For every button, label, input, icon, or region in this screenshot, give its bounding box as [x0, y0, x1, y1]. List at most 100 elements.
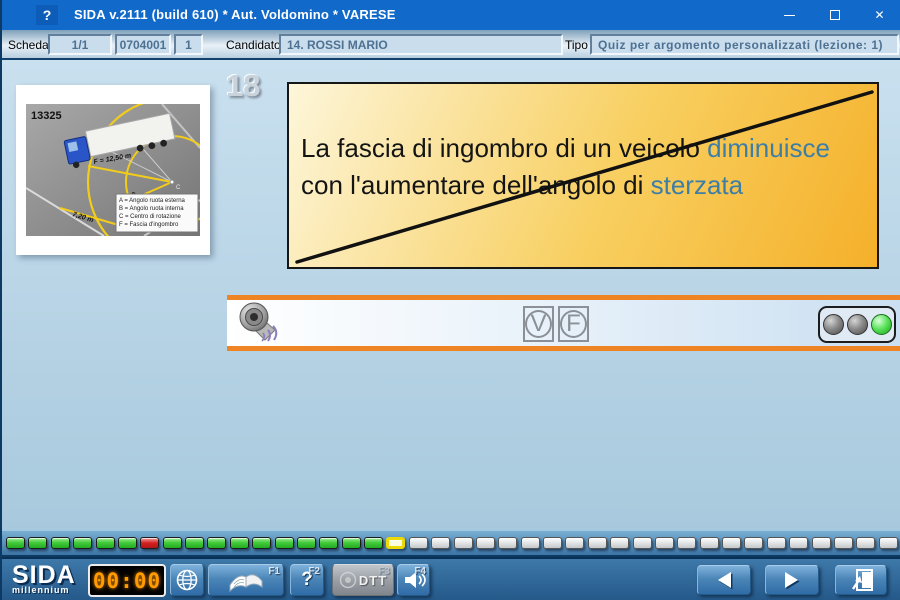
question-progress-item-blank[interactable]	[454, 537, 473, 549]
logo-subtext: millennium	[12, 586, 76, 595]
question-progress-item-blank[interactable]	[677, 537, 696, 549]
question-progress-item-green[interactable]	[96, 537, 115, 549]
question-progress-item-green[interactable]	[252, 537, 271, 549]
traffic-light-off-lamp	[847, 314, 868, 335]
minimize-icon	[784, 15, 795, 16]
book-icon	[224, 567, 268, 593]
question-progress-item-blank[interactable]	[431, 537, 450, 549]
question-progress-item-blank[interactable]	[588, 537, 607, 549]
answer-false-button[interactable]: F	[558, 306, 589, 342]
question-progress-item-blank[interactable]	[543, 537, 562, 549]
header-bar: Scheda 1/1 0704001 1 Candidato 14. ROSSI…	[2, 30, 900, 60]
question-figure: C F = 12,50 m 5,30 m 7,20 m A = Angolo r…	[16, 85, 210, 255]
question-progress-item-blank[interactable]	[565, 537, 584, 549]
help-fn-label: F2	[308, 566, 320, 577]
book-fn-label: F1	[268, 566, 280, 577]
truck-turning-diagram: C F = 12,50 m 5,30 m 7,20 m A = Angolo r…	[26, 104, 200, 236]
question-progress-item-green[interactable]	[28, 537, 47, 549]
exam-timer: 00:00	[88, 564, 166, 597]
question-progress-item-green[interactable]	[364, 537, 383, 549]
scheda-number-field: 1	[174, 34, 203, 55]
title-bar: ? SIDA v.2111 (build 610) * Aut. Voldomi…	[2, 0, 900, 30]
question-text-part: La fascia di ingombro di un veicolo	[301, 133, 707, 163]
question-progress-item-green[interactable]	[275, 537, 294, 549]
minimize-button[interactable]	[767, 0, 812, 30]
tipo-field: Quiz per argomento personalizzati (lezio…	[590, 34, 899, 55]
next-question-button[interactable]	[765, 565, 819, 595]
question-progress-item-blank[interactable]	[633, 537, 652, 549]
question-progress-item-green[interactable]	[118, 537, 137, 549]
legend-line: F = Fascia d'ingombro	[119, 222, 179, 228]
question-progress-item-green[interactable]	[51, 537, 70, 549]
maximize-icon	[830, 10, 840, 20]
question-progress-item-green[interactable]	[230, 537, 249, 549]
question-progress-item-green[interactable]	[207, 537, 226, 549]
question-progress-item-green[interactable]	[297, 537, 316, 549]
close-icon: ✕	[874, 8, 884, 22]
question-progress-item-blank[interactable]	[879, 537, 898, 549]
candidato-label: Candidato	[226, 38, 281, 52]
globe-button[interactable]	[170, 564, 204, 596]
audio-fn-label: F4	[414, 566, 426, 577]
manual-button[interactable]: F1	[208, 564, 284, 596]
question-keyword: sterzata	[651, 170, 744, 200]
question-progress-item-blank[interactable]	[744, 537, 763, 549]
main-area: C F = 12,50 m 5,30 m 7,20 m A = Angolo r…	[2, 60, 900, 530]
answer-bar: V F	[227, 295, 900, 351]
globe-icon	[175, 568, 199, 592]
question-progress-item-green[interactable]	[319, 537, 338, 549]
question-progress-item-green[interactable]	[163, 537, 182, 549]
dtt-emblem-icon	[339, 570, 357, 590]
question-progress-item-current[interactable]	[386, 537, 405, 549]
question-progress-strip	[2, 530, 900, 557]
answer-true-button[interactable]: V	[523, 306, 554, 342]
question-text: La fascia di ingombro di un veicolo dimi…	[301, 130, 857, 204]
question-progress-item-blank[interactable]	[856, 537, 875, 549]
scheda-code-field: 0704001	[115, 34, 171, 55]
exit-button[interactable]	[835, 565, 887, 595]
question-progress-item-blank[interactable]	[498, 537, 517, 549]
previous-question-button[interactable]	[697, 565, 751, 595]
question-progress-item-blank[interactable]	[521, 537, 540, 549]
speaker-icon[interactable]	[235, 300, 287, 346]
answer-false-label: F	[560, 310, 587, 338]
audio-button[interactable]: F4	[397, 564, 430, 596]
question-progress-item-green[interactable]	[185, 537, 204, 549]
legend-line: B = Angolo ruota interna	[119, 206, 184, 212]
question-progress-item-blank[interactable]	[476, 537, 495, 549]
question-progress-item-blank[interactable]	[789, 537, 808, 549]
app-window: ? SIDA v.2111 (build 610) * Aut. Voldomi…	[0, 0, 900, 600]
question-progress-item-green[interactable]	[73, 537, 92, 549]
question-progress-item-blank[interactable]	[834, 537, 853, 549]
question-progress-item-blank[interactable]	[812, 537, 831, 549]
question-progress-item-blank[interactable]	[767, 537, 786, 549]
candidato-field: 14. ROSSI MARIO	[279, 34, 563, 55]
arrow-left-icon	[709, 569, 739, 591]
close-button[interactable]: ✕	[857, 0, 900, 30]
question-keyword: diminuisce	[707, 133, 830, 163]
question-progress-item-green[interactable]	[342, 537, 361, 549]
traffic-light-on-lamp	[871, 314, 892, 335]
traffic-light-off-lamp	[823, 314, 844, 335]
question-progress-item-red[interactable]	[140, 537, 159, 549]
dtt-fn-label: F3	[378, 566, 390, 577]
arrow-right-icon	[777, 569, 807, 591]
tipo-label: Tipo	[565, 38, 588, 52]
help-button[interactable]: ? F2	[290, 564, 324, 596]
question-progress-item-blank[interactable]	[610, 537, 629, 549]
maximize-button[interactable]	[812, 0, 857, 30]
answer-true-label: V	[525, 310, 552, 338]
bottom-toolbar: SIDA millennium 00:00 F1 ? F2	[2, 557, 900, 600]
question-progress-item-blank[interactable]	[700, 537, 719, 549]
question-progress-item-blank[interactable]	[655, 537, 674, 549]
app-help-icon: ?	[36, 5, 58, 25]
question-progress-item-green[interactable]	[6, 537, 25, 549]
question-progress-item-blank[interactable]	[409, 537, 428, 549]
center-label: C	[176, 185, 181, 191]
legend-line: C = Centro di rotazione	[119, 214, 182, 220]
dtt-button: DTT F3	[332, 564, 394, 596]
exit-door-icon	[848, 568, 874, 592]
question-progress-item-blank[interactable]	[722, 537, 741, 549]
figure-id: 13325	[31, 110, 62, 122]
scheda-label: Scheda	[8, 38, 49, 52]
